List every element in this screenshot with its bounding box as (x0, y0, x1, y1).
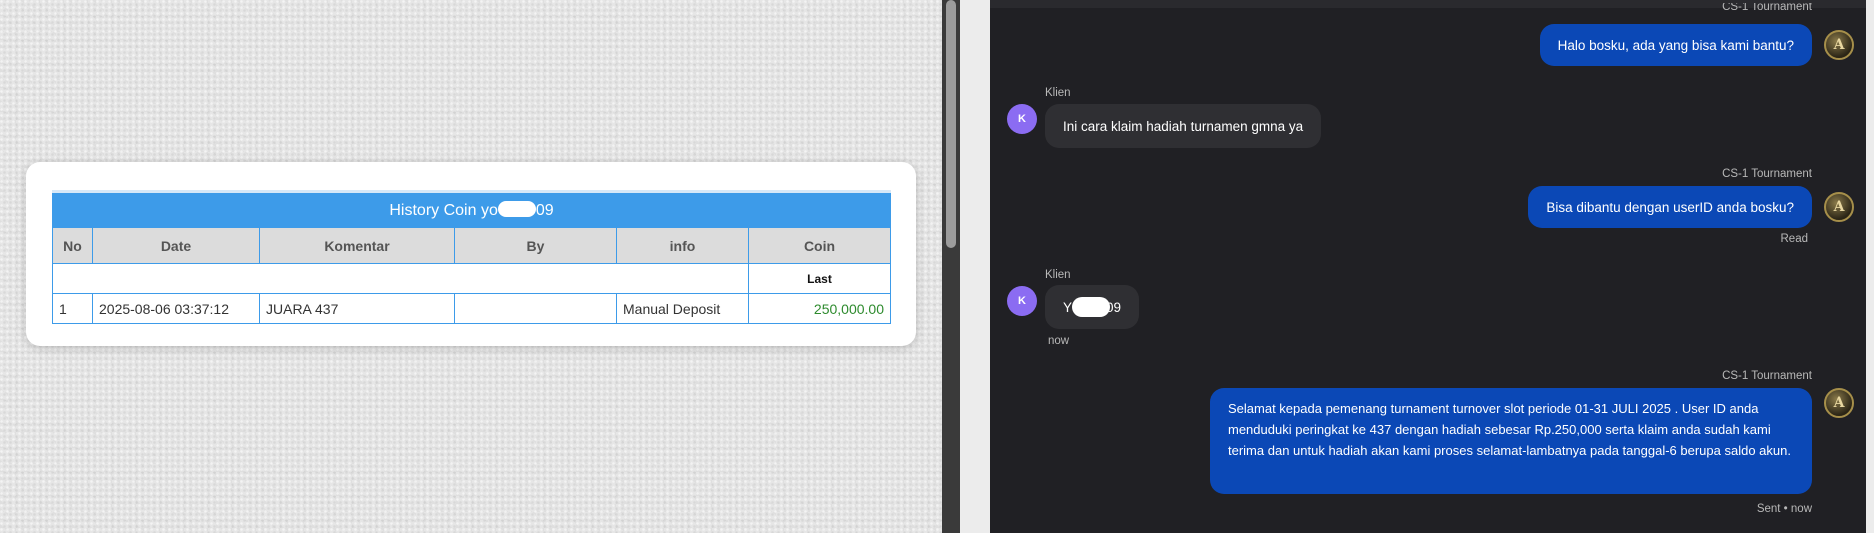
chat-panel: CS-1 Tournament Halo bosku, ada yang bis… (990, 3, 1866, 533)
header-info[interactable]: info (616, 227, 749, 264)
last-label: Last (748, 263, 891, 294)
header-date[interactable]: Date (92, 227, 260, 264)
cell-info: Manual Deposit (616, 293, 749, 324)
history-coin-card: History Coin yo 09 No Date Komentar By in… (26, 162, 916, 346)
left-scrollbar[interactable] (942, 0, 960, 533)
agent-message: Halo bosku, ada yang bisa kami bantu? (1539, 24, 1812, 66)
last-row: Last (52, 263, 891, 294)
chat-scrollbar[interactable] (1866, 0, 1874, 533)
client-sender-label: Klien (1045, 87, 1071, 99)
table-title-row: History Coin yo 09 (52, 190, 891, 228)
message-status: Sent • now (1756, 503, 1812, 515)
history-coin-table: History Coin yo 09 No Date Komentar By in… (52, 190, 891, 324)
cell-no: 1 (52, 293, 93, 324)
agent-avatar: A (1824, 192, 1854, 222)
agent-avatar: A (1824, 388, 1854, 418)
header-row: No Date Komentar By info Coin (52, 227, 891, 264)
masked-user-id (1072, 297, 1111, 317)
cell-komentar: JUARA 437 (259, 293, 455, 324)
agent-sender-label: CS-1 Tournament (1722, 370, 1812, 382)
pane-divider (960, 0, 990, 533)
client-sender-label: Klien (1045, 269, 1071, 281)
agent-sender-label: CS-1 Tournament (1722, 168, 1812, 180)
cell-by (454, 293, 617, 324)
client-message-prefix: Y (1063, 299, 1073, 315)
sender-label-partial: CS-1 Tournament (1722, 3, 1812, 11)
title-prefix: History Coin yo (389, 201, 498, 219)
table-row[interactable]: 1 2025-08-06 03:37:12 JUARA 437 Manual D… (52, 293, 891, 324)
message-time: now (1048, 335, 1070, 347)
agent-avatar: A (1824, 30, 1854, 60)
cell-coin: 250,000.00 (748, 293, 891, 324)
client-avatar: K (1007, 286, 1037, 316)
message-status: Read (1780, 233, 1809, 245)
header-komentar[interactable]: Komentar (259, 227, 455, 264)
header-by[interactable]: By (454, 227, 617, 264)
masked-username (497, 200, 536, 217)
client-message: Y 09 (1045, 285, 1140, 329)
admin-panel: History Coin yo 09 No Date Komentar By in… (0, 0, 942, 533)
client-message: Ini cara klaim hadiah turnamen gmna ya (1045, 104, 1322, 148)
table-title: History Coin yo 09 (52, 190, 891, 228)
client-avatar: K (1007, 104, 1037, 134)
cell-date: 2025-08-06 03:37:12 (92, 293, 260, 324)
client-message-suffix: 09 (1106, 299, 1122, 315)
left-scrollbar-thumb[interactable] (946, 0, 956, 248)
last-row-spacer (52, 263, 749, 294)
header-coin[interactable]: Coin (748, 227, 891, 264)
header-no[interactable]: No (52, 227, 93, 264)
agent-message: Bisa dibantu dengan userID anda bosku? (1528, 186, 1812, 228)
title-suffix: 09 (535, 201, 554, 219)
agent-message: Selamat kepada pemenang turnament turnov… (1210, 388, 1812, 494)
